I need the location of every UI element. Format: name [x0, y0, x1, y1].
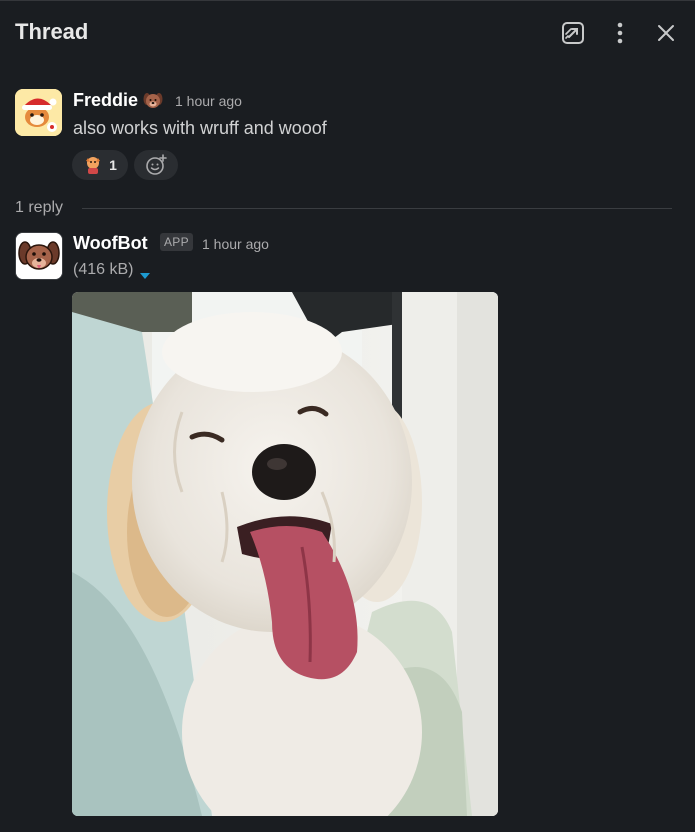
reaction-count: 1 — [109, 157, 117, 173]
reaction-emoji-icon — [83, 155, 103, 175]
page-title: Thread — [15, 19, 89, 44]
file-size: (416 kB) — [73, 261, 134, 278]
thread-header: Thread — [0, 0, 695, 64]
avatar[interactable] — [15, 232, 63, 280]
author-name[interactable]: Freddie — [73, 90, 138, 111]
add-reaction-icon[interactable] — [134, 150, 178, 180]
close-icon[interactable] — [652, 19, 680, 47]
divider — [82, 208, 672, 209]
timestamp[interactable]: 1 hour ago — [202, 236, 269, 252]
caret-down-icon[interactable] — [140, 267, 150, 285]
dog-face-icon — [143, 91, 163, 115]
app-badge: APP — [160, 233, 193, 251]
message-text: also works with wruff and wooof — [73, 118, 327, 138]
open-in-window-icon[interactable] — [559, 19, 587, 47]
dog-photo[interactable] — [72, 292, 498, 816]
parent-message: Freddie 1 hour ago also works with wruff… — [0, 84, 695, 184]
reply-count: 1 reply — [15, 199, 64, 216]
reaction-pill[interactable]: 1 — [72, 150, 128, 180]
avatar[interactable] — [15, 89, 62, 136]
author-name[interactable]: WoofBot — [73, 233, 148, 254]
timestamp[interactable]: 1 hour ago — [175, 93, 242, 109]
more-vertical-icon[interactable] — [606, 19, 634, 47]
